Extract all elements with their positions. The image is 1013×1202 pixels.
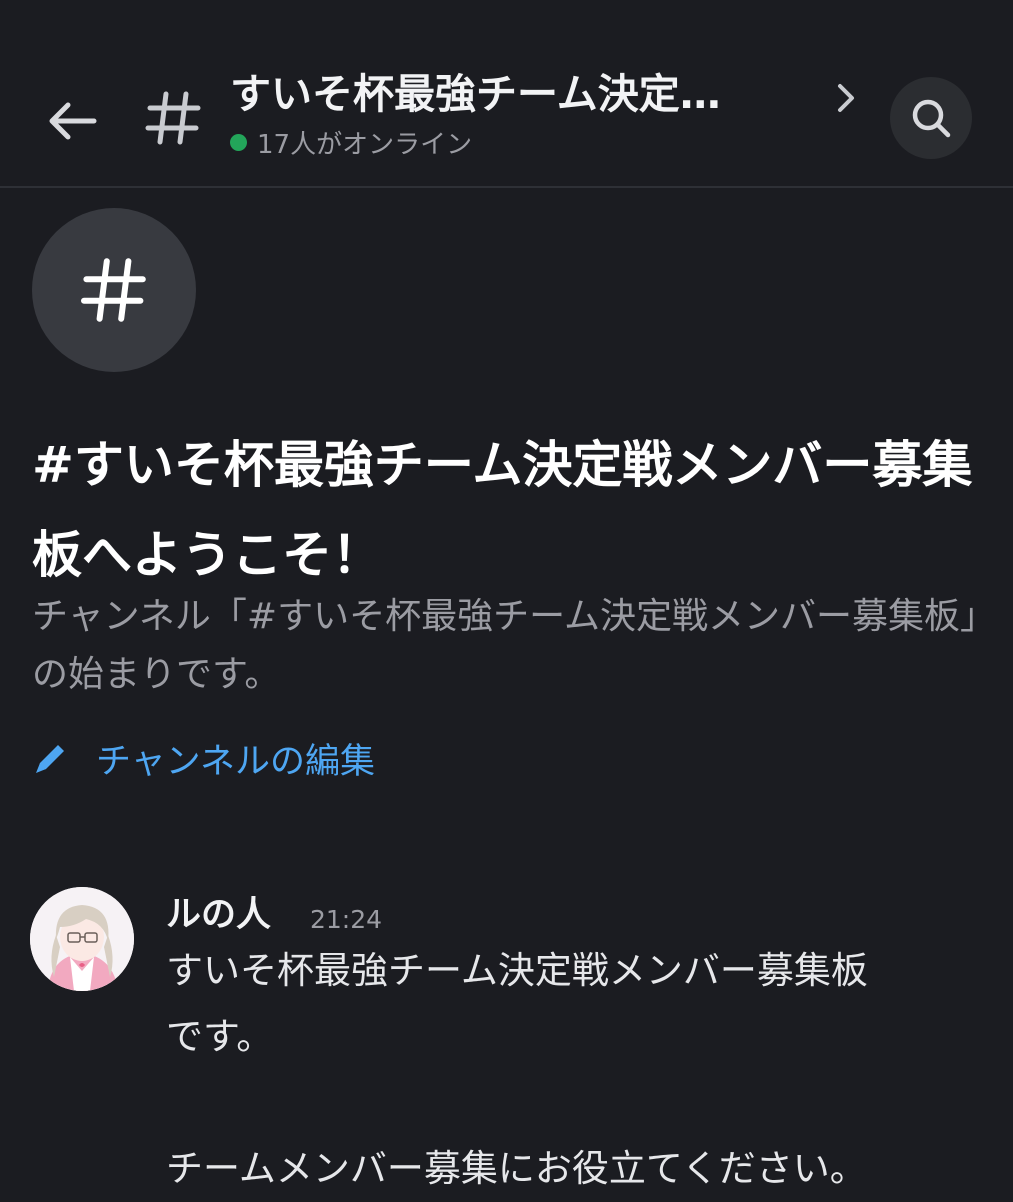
welcome-description: チャンネル「#すいそ杯最強チーム決定戦メンバー募集板」の始まりです。 bbox=[32, 596, 979, 695]
channel-title[interactable]: すいそ杯最強チーム決定… bbox=[230, 64, 790, 124]
message-content: すいそ杯最強チーム決定戦メンバー募集板 です。 チームメンバー募集にお役立てくだ… bbox=[166, 938, 986, 1202]
message-author[interactable]: ルの人 bbox=[166, 890, 271, 940]
hash-icon bbox=[145, 91, 201, 145]
user-avatar-illustration bbox=[30, 887, 134, 991]
message-line-blank bbox=[166, 1070, 986, 1136]
search-button[interactable] bbox=[890, 77, 972, 159]
arrow-left-icon bbox=[49, 102, 97, 140]
message-timestamp: 21:24 bbox=[310, 905, 383, 934]
edit-channel-button[interactable]: チャンネルの編集 bbox=[32, 730, 375, 786]
hash-icon bbox=[81, 258, 146, 322]
message-line: チームメンバー募集にお役立てください。 bbox=[166, 1147, 867, 1190]
chevron-right-icon bbox=[838, 84, 854, 112]
pencil-icon bbox=[36, 745, 64, 773]
channel-header: すいそ杯最強チーム決定… 17人がオンライン bbox=[0, 0, 1013, 188]
online-count: 17人がオンライン bbox=[257, 129, 473, 160]
online-indicator bbox=[230, 133, 247, 151]
channel-details-button[interactable] bbox=[824, 76, 868, 120]
welcome-title: #すいそ杯最強チーム決定戦メンバー募集板へようこそ！ bbox=[32, 436, 973, 584]
avatar[interactable] bbox=[30, 887, 134, 991]
back-button[interactable] bbox=[36, 86, 106, 156]
search-icon bbox=[912, 99, 951, 138]
message-line: です。 bbox=[166, 1015, 274, 1058]
channel-avatar bbox=[32, 208, 196, 372]
edit-channel-label: チャンネルの編集 bbox=[96, 741, 375, 782]
online-status: 17人がオンライン bbox=[230, 122, 472, 162]
message-line: すいそ杯最強チーム決定戦メンバー募集板 bbox=[166, 949, 868, 992]
